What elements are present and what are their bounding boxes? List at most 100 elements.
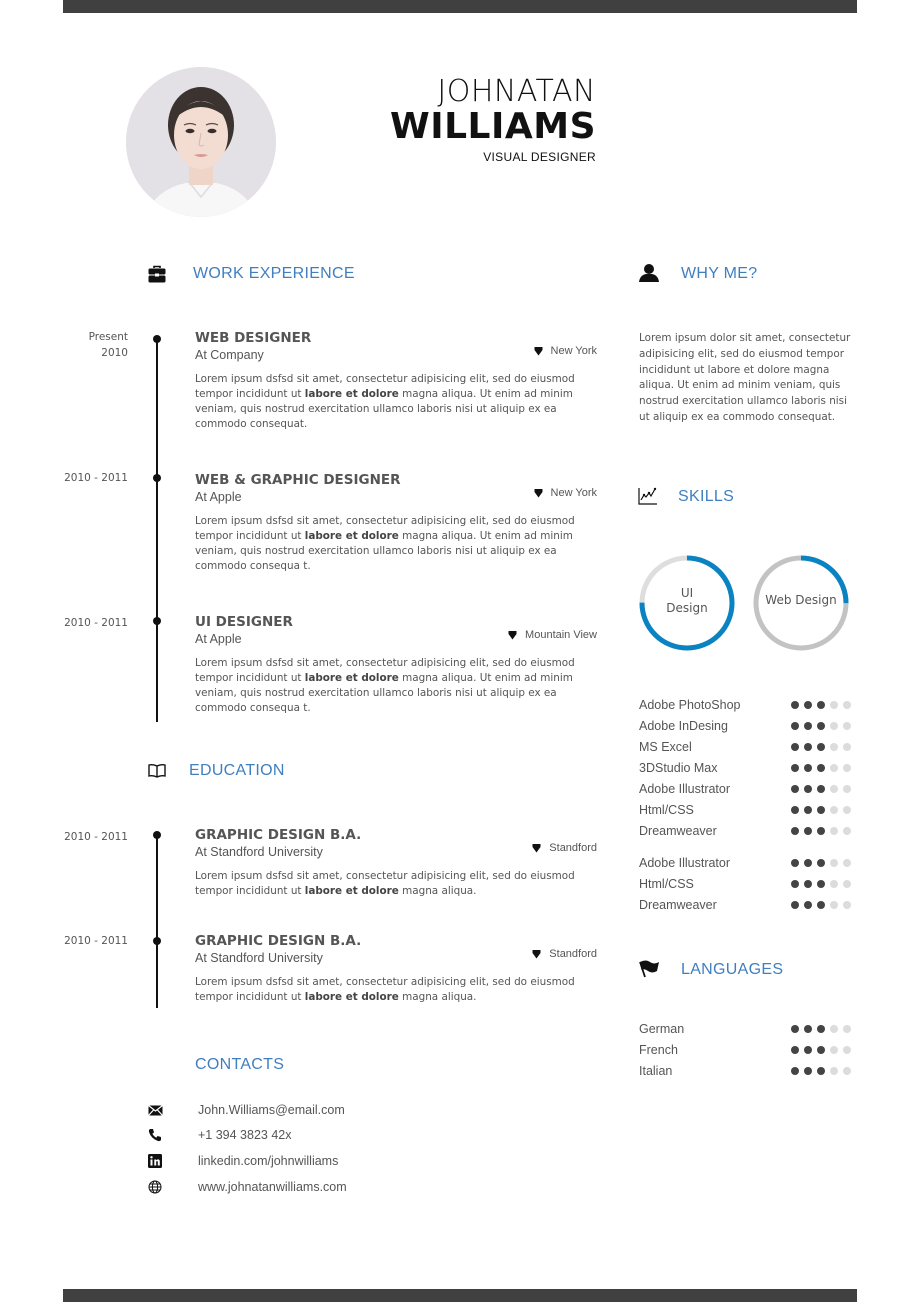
book-icon — [147, 761, 167, 781]
contact-phone-text[interactable]: +1 394 3823 42x — [198, 1128, 292, 1142]
level-dot-filled — [804, 806, 812, 814]
timeline-dot — [153, 831, 161, 839]
location-text: New York — [550, 487, 597, 499]
entry-location: Mountain View — [508, 629, 597, 641]
skill-ring-label: Web Design — [751, 593, 851, 608]
contact-phone[interactable]: +1 394 3823 42x — [147, 1128, 292, 1142]
education-timeline-line — [156, 834, 158, 1008]
level-dot-filled — [804, 859, 812, 867]
level-dot-empty — [843, 806, 851, 814]
contact-email[interactable]: John.Williams@email.com — [147, 1103, 345, 1117]
date-line: 2010 - 2011 — [64, 617, 128, 629]
level-dot-empty — [843, 880, 851, 888]
language-level-dots — [791, 1025, 851, 1033]
map-pin-icon — [532, 950, 541, 959]
desc-bold: labore et dolore — [304, 672, 399, 684]
desc-bold: labore et dolore — [304, 991, 399, 1003]
entry-location: Standford — [532, 842, 597, 854]
level-dot-empty — [843, 701, 851, 709]
date-line: 2010 - 2011 — [64, 831, 128, 843]
level-dot-filled — [791, 785, 799, 793]
bottom-decorative-bar — [63, 1289, 857, 1302]
contact-website-text[interactable]: www.johnatanwilliams.com — [198, 1180, 347, 1194]
language-row: German — [639, 1021, 851, 1037]
level-dot-filled — [804, 1025, 812, 1033]
ring-label-line: Web Design — [765, 593, 837, 607]
level-dot-filled — [817, 806, 825, 814]
ring-label-line: Design — [666, 601, 708, 615]
level-dot-filled — [817, 701, 825, 709]
skill-level-dots — [791, 859, 851, 867]
level-dot-empty — [843, 785, 851, 793]
level-dot-empty — [843, 1067, 851, 1075]
map-pin-icon — [534, 489, 543, 498]
date-line: Present — [88, 331, 128, 343]
skill-level-dots — [791, 901, 851, 909]
work-timeline-line — [156, 338, 158, 722]
skill-name: Adobe InDesing — [639, 719, 728, 733]
profile-photo-icon — [126, 67, 276, 217]
desc-bold: labore et dolore — [304, 530, 399, 542]
work-date: 2010 - 2011 — [28, 470, 128, 486]
contact-linkedin[interactable]: linkedin.com/johnwilliams — [147, 1154, 338, 1168]
skill-name: Html/CSS — [639, 877, 694, 891]
user-icon — [638, 263, 659, 283]
flag-icon — [638, 959, 659, 979]
level-dot-filled — [817, 743, 825, 751]
skill-name: Adobe Illustrator — [639, 782, 731, 796]
skill-name: MS Excel — [639, 740, 692, 754]
level-dot-filled — [791, 722, 799, 730]
entry-role: WEB & GRAPHIC DESIGNER — [195, 472, 401, 488]
entry-role: GRAPHIC DESIGN B.A. — [195, 827, 362, 843]
contact-website[interactable]: www.johnatanwilliams.com — [147, 1180, 347, 1194]
education-heading: EDUCATION — [189, 762, 285, 779]
level-dot-empty — [830, 743, 838, 751]
entry-location: New York — [534, 487, 597, 499]
entry-description: Lorem ipsum dsfsd sit amet, consectetur … — [195, 372, 597, 432]
level-dot-empty — [830, 901, 838, 909]
education-date: 2010 - 2011 — [28, 933, 128, 949]
level-dot-filled — [804, 1046, 812, 1054]
level-dot-filled — [804, 722, 812, 730]
contact-email-text[interactable]: John.Williams@email.com — [198, 1103, 345, 1117]
language-row: French — [639, 1042, 851, 1058]
skill-row: Html/CSS — [639, 876, 851, 892]
level-dot-filled — [804, 764, 812, 772]
ring-label-line: UI — [680, 586, 694, 600]
level-dot-filled — [817, 827, 825, 835]
language-name: German — [639, 1022, 685, 1036]
level-dot-filled — [791, 764, 799, 772]
level-dot-filled — [791, 827, 799, 835]
education-entry: GRAPHIC DESIGN B.A. At Standford Univers… — [195, 827, 597, 899]
map-pin-icon — [532, 844, 541, 853]
desc-text: magna aliqua. — [398, 991, 477, 1003]
level-dot-filled — [804, 1067, 812, 1075]
entry-role: GRAPHIC DESIGN B.A. — [195, 933, 362, 949]
contact-linkedin-text[interactable]: linkedin.com/johnwilliams — [198, 1154, 338, 1168]
level-dot-filled — [791, 806, 799, 814]
level-dot-filled — [817, 785, 825, 793]
level-dot-filled — [804, 785, 812, 793]
level-dot-filled — [791, 859, 799, 867]
skill-row: Dreamweaver — [639, 897, 851, 913]
level-dot-empty — [843, 764, 851, 772]
last-name: WILLIAMS — [390, 106, 596, 147]
work-entry: WEB DESIGNER At Company New York Lorem i… — [195, 330, 597, 432]
map-pin-icon — [534, 347, 543, 356]
level-dot-filled — [791, 743, 799, 751]
level-dot-filled — [817, 1046, 825, 1054]
skill-name: 3DStudio Max — [639, 761, 718, 775]
desc-bold: labore et dolore — [304, 885, 399, 897]
entry-location: Standford — [532, 948, 597, 960]
skill-name: Adobe Illustrator — [639, 856, 731, 870]
skill-level-dots — [791, 701, 851, 709]
skill-level-dots — [791, 880, 851, 888]
level-dot-empty — [843, 827, 851, 835]
level-dot-empty — [843, 743, 851, 751]
level-dot-empty — [843, 1025, 851, 1033]
skill-level-dots — [791, 827, 851, 835]
level-dot-filled — [804, 901, 812, 909]
skill-name: Adobe PhotoShop — [639, 698, 741, 712]
work-experience-heading: WORK EXPERIENCE — [193, 265, 355, 282]
level-dot-empty — [843, 1046, 851, 1054]
